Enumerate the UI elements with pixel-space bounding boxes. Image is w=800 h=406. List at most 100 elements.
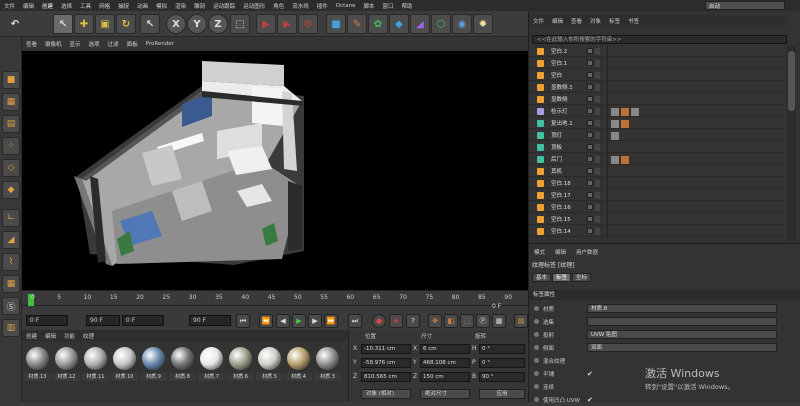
key-scale-icon[interactable]: ⬚ (460, 314, 474, 328)
size-x-field[interactable]: 6 cm (420, 344, 470, 354)
keyframe-selection-icon[interactable]: ? (406, 314, 420, 328)
object-visibility-toggle[interactable] (587, 96, 593, 102)
object-row[interactable]: 检示灯 (529, 106, 784, 117)
object-row[interactable]: 显数侧 (529, 94, 784, 105)
attribute-value[interactable]: 双面 (587, 343, 777, 352)
timeline-window-icon[interactable]: ▤ (514, 314, 528, 328)
texture-tag-icon[interactable] (621, 108, 629, 116)
object-row[interactable]: 顶板 (529, 142, 784, 153)
viewport-menu-item[interactable]: 选项 (85, 40, 104, 48)
object-visibility-toggle[interactable] (587, 108, 593, 114)
object-visibility-toggle[interactable] (587, 132, 593, 138)
preview-end-field[interactable]: 90 F (86, 315, 120, 326)
menu-item[interactable]: 渲染 (171, 2, 190, 10)
cube-icon[interactable]: ■ (326, 14, 346, 34)
object-menu-item[interactable]: 标签 (605, 17, 624, 25)
object-render-toggle[interactable] (595, 96, 600, 103)
attribute-value[interactable]: UVW 贴图 (587, 330, 777, 339)
texture-tag-icon[interactable] (611, 120, 619, 128)
object-render-toggle[interactable] (595, 168, 600, 175)
pos-x-field[interactable]: -10.311 cm (361, 344, 411, 354)
object-menu-item[interactable]: 对象 (586, 17, 605, 25)
attribute-tab[interactable]: 基本 (532, 273, 552, 282)
animate-dot-icon[interactable] (534, 319, 539, 324)
select-tool-icon[interactable]: ↖ (53, 14, 73, 34)
object-render-toggle[interactable] (595, 180, 600, 187)
object-visibility-toggle[interactable] (587, 180, 593, 186)
object-row[interactable]: 空白.17 (529, 190, 784, 201)
menu-item[interactable]: 创建 (38, 2, 57, 10)
attribute-menu-item[interactable]: 编辑 (550, 248, 571, 256)
size-z-field[interactable]: 150 cm (420, 372, 470, 382)
model-mode-icon[interactable]: ■ (2, 71, 20, 89)
object-visibility-toggle[interactable] (587, 72, 593, 78)
object-render-toggle[interactable] (595, 72, 600, 79)
layout-select[interactable]: 启动 (705, 1, 785, 10)
object-row[interactable]: 复出地.1 (529, 118, 784, 129)
axis-z-button[interactable]: Z (208, 14, 228, 34)
deformer-icon[interactable]: ◢ (410, 14, 430, 34)
object-render-toggle[interactable] (595, 48, 600, 55)
enable-axis-icon[interactable]: ∟ (2, 209, 20, 227)
material-swatch[interactable]: 材质.9 (140, 343, 167, 383)
snap-s-icon[interactable]: Ⓢ (2, 297, 20, 315)
material-swatch[interactable]: 材质.6 (227, 343, 254, 383)
object-visibility-toggle[interactable] (587, 168, 593, 174)
texture-mode-icon[interactable]: ▦ (2, 93, 20, 111)
menu-item[interactable]: 文件 (0, 2, 19, 10)
axis-x-button[interactable]: X (166, 14, 186, 34)
material-swatch[interactable]: 材质.5 (256, 343, 283, 383)
material-menu-item[interactable]: 功能 (60, 332, 79, 340)
menu-item[interactable]: 运动跟踪 (209, 2, 239, 10)
material-swatch[interactable]: 材质.3 (314, 343, 341, 383)
viewport-menu-item[interactable]: 过滤 (104, 40, 123, 48)
menu-item[interactable]: 网格 (95, 2, 114, 10)
scale-tool-icon[interactable]: ▣ (95, 14, 115, 34)
grid-icon[interactable]: ▥ (2, 319, 20, 337)
object-render-toggle[interactable] (595, 132, 600, 139)
menu-item[interactable]: 选择 (57, 2, 76, 10)
scrollbar-thumb[interactable] (788, 51, 795, 111)
object-visibility-toggle[interactable] (587, 48, 593, 54)
object-row[interactable]: 空白 (529, 70, 784, 81)
rotate-tool-icon[interactable]: ↻ (116, 14, 136, 34)
menu-item[interactable]: 脚本 (360, 2, 379, 10)
play-icon[interactable]: ▶ (292, 314, 306, 328)
object-render-toggle[interactable] (595, 108, 600, 115)
object-menu-item[interactable]: 文件 (529, 17, 548, 25)
texture-tag-icon[interactable] (631, 108, 639, 116)
attribute-tab[interactable]: 标签 (552, 273, 572, 282)
start-frame-field[interactable]: 0 F (26, 315, 68, 326)
object-render-toggle[interactable] (595, 60, 600, 67)
coordinate-system-icon[interactable]: ⬚ (230, 14, 250, 34)
tweak-icon[interactable]: ◢ (2, 231, 20, 249)
viewport-menu-item[interactable]: 面板 (123, 40, 142, 48)
texture-tag-icon[interactable] (621, 156, 629, 164)
undo-icon[interactable]: ↶ (4, 14, 26, 34)
timeline[interactable]: 0 5 10 15 20 25 30 35 40 45 50 55 60 65 70 75 80 85 90 0 F (22, 290, 528, 312)
size-y-field[interactable]: 468.108 cm (420, 358, 470, 368)
object-row[interactable]: 其机 (529, 166, 784, 177)
menu-item[interactable]: 工具 (76, 2, 95, 10)
attribute-menu-item[interactable]: 模式 (529, 248, 550, 256)
snapping-icon[interactable]: ⌇ (2, 253, 20, 271)
attribute-checkbox[interactable]: ✔ (587, 370, 593, 378)
scene-icon[interactable]: ⬡ (431, 14, 451, 34)
texture-tag-icon[interactable] (611, 156, 619, 164)
object-visibility-toggle[interactable] (587, 144, 593, 150)
autokey-icon[interactable]: ⊛ (389, 314, 403, 328)
apply-button[interactable]: 应用 (479, 389, 525, 399)
subdivision-icon[interactable]: ✿ (368, 14, 388, 34)
attribute-menu-item[interactable]: 用户数据 (571, 248, 603, 256)
rot-h-field[interactable]: 0 ° (479, 344, 525, 354)
current-frame-field[interactable]: 0 F (122, 315, 164, 326)
object-render-toggle[interactable] (595, 120, 600, 127)
attribute-value[interactable]: 材质.8 (587, 304, 777, 313)
attribute-checkbox[interactable]: ✔ (587, 396, 593, 404)
camera-icon[interactable]: ◉ (452, 14, 472, 34)
animate-dot-icon[interactable] (534, 306, 539, 311)
key-pla-icon[interactable]: ▦ (492, 314, 506, 328)
object-row[interactable]: 空白.15 (529, 214, 784, 225)
material-swatch[interactable]: 材质.11 (82, 343, 109, 383)
animate-dot-icon[interactable] (534, 371, 539, 376)
